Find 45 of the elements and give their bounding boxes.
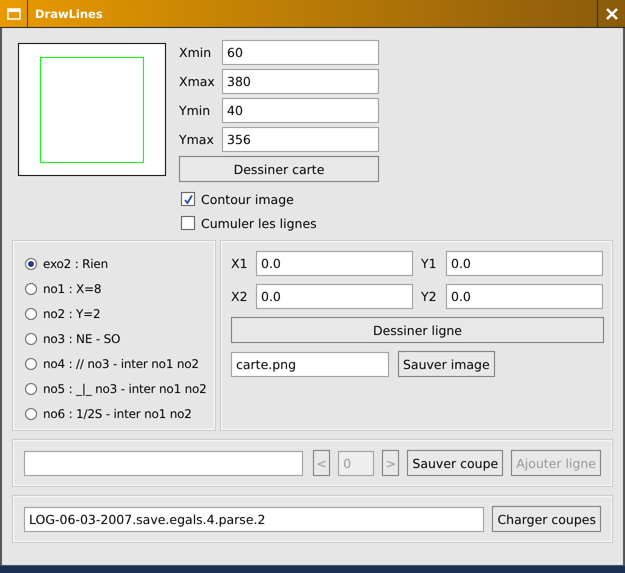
close-icon [604,6,618,20]
value-field[interactable]: 0.0 [446,251,603,276]
radio-label: no3 : NE - SO [43,332,120,346]
value-field[interactable]: 0.0 [446,284,603,309]
checkbox[interactable] [181,192,195,206]
value-field[interactable]: 40 [222,98,379,123]
radio-button[interactable] [25,358,37,370]
value-field[interactable]: 380 [222,69,379,94]
field-label: X1 [231,256,249,271]
field-label: Ymin [179,103,212,118]
radio-button[interactable] [25,408,37,420]
save-cut-button[interactable]: Sauver coupe [407,450,504,476]
radio-label: exo2 : Rien [43,256,108,270]
window-title: DrawLines [34,6,103,20]
load-cuts-button[interactable]: Charger coupes [492,506,601,532]
value-field[interactable]: 60 [222,40,379,65]
window-icon [6,8,20,20]
radio-button[interactable] [25,308,37,320]
cut-name-field[interactable] [24,450,304,476]
field-label: X2 [231,289,249,304]
field-label: Xmin [179,45,212,60]
value-field[interactable]: 0.0 [256,251,413,276]
radio-button[interactable] [25,382,37,394]
checkbox-label: Contour image [201,192,294,206]
draw-line-button[interactable]: Dessiner ligne [231,317,604,343]
draw-map-button[interactable]: Dessiner carte [179,156,379,182]
value-field[interactable]: 0.0 [256,284,413,309]
radio-button[interactable] [25,332,37,344]
field-label: Y2 [421,289,438,304]
radio-label: no2 : Y=2 [43,306,100,320]
file-name-field[interactable]: carte.png [231,352,389,376]
checkbox-label: Cumuler les lignes [201,216,317,230]
field-label: Ymax [179,132,215,147]
radio-button[interactable] [25,258,37,270]
checkbox[interactable] [181,216,195,230]
value-field[interactable]: 356 [222,127,379,152]
radio-label: no4 : // no3 - inter no1 no2 [43,356,199,370]
log-file-field[interactable]: LOG-06-03-2007.save.egals.4.parse.2 [24,506,484,532]
field-label: Y1 [421,256,438,271]
radio-button[interactable] [25,282,37,294]
field-label: Xmax [179,74,216,89]
radio-label: no1 : X=8 [43,282,102,296]
save-image-button[interactable]: Sauver image [398,351,495,377]
radio-label: no5 : _|_ no3 - inter no1 no2 [43,382,207,396]
radio-label: no6 : 1/2S - inter no1 no2 [43,406,192,420]
